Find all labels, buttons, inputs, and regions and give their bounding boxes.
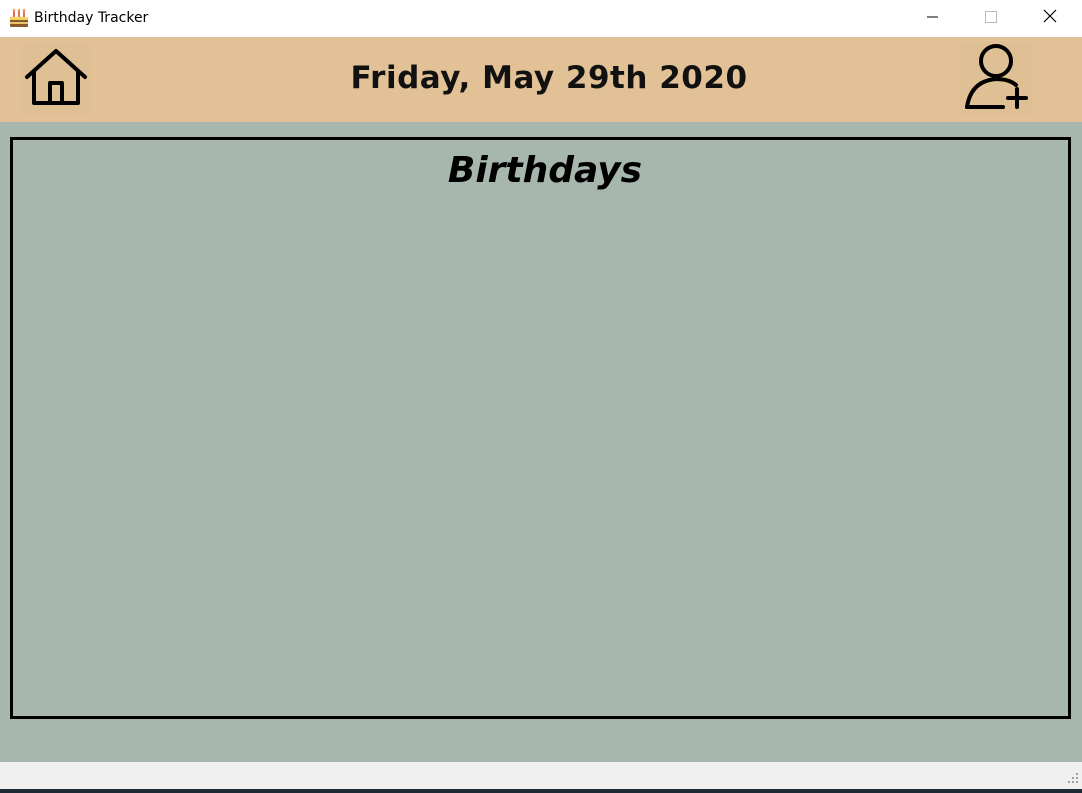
resize-grip-icon[interactable] (1067, 771, 1079, 783)
maximize-button[interactable] (968, 0, 1014, 37)
add-user-button[interactable] (960, 42, 1032, 114)
status-bar (0, 762, 1082, 789)
taskbar-edge (0, 789, 1082, 793)
add-user-icon (961, 41, 1031, 116)
close-button[interactable] (1027, 0, 1073, 37)
panel-title: Birthdays (447, 150, 643, 191)
minimize-button[interactable] (910, 0, 956, 37)
maximize-icon (985, 10, 997, 28)
birthday-cake-icon (8, 8, 30, 28)
birthdays-panel (10, 137, 1071, 719)
window-title: Birthday Tracker (34, 10, 149, 26)
minimize-icon (927, 10, 939, 28)
window-titlebar: Birthday Tracker (0, 0, 1082, 37)
close-icon (1043, 9, 1057, 28)
current-date: Friday, May 29th 2020 (350, 60, 748, 96)
